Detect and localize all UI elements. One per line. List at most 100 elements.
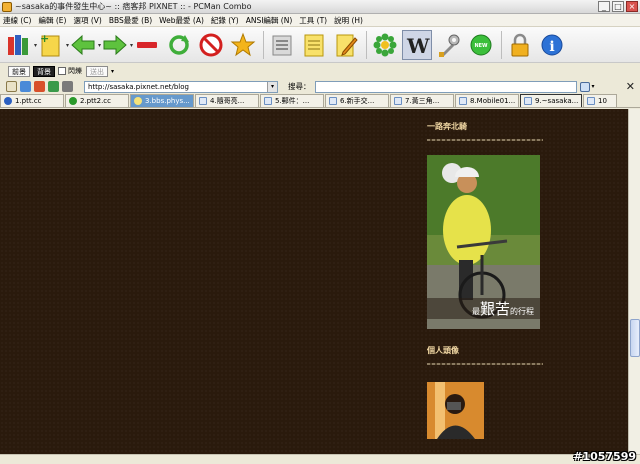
- info-icon[interactable]: i: [537, 30, 567, 60]
- flower-icon[interactable]: [370, 30, 400, 60]
- green-badge-icon[interactable]: NEW: [466, 30, 496, 60]
- home-icon[interactable]: [6, 81, 17, 92]
- tab-9[interactable]: 9.~sasaka...: [520, 94, 582, 107]
- cycling-photo[interactable]: 最艱苦的行程: [427, 155, 540, 329]
- history-icon[interactable]: [48, 81, 59, 92]
- watermark-id: #1057599: [573, 450, 636, 463]
- tab-8[interactable]: 8.Mobile01...: [455, 94, 519, 107]
- vertical-scrollbar[interactable]: [628, 109, 640, 454]
- tab-2[interactable]: 2.ptt2.cc: [65, 94, 129, 107]
- send-button[interactable]: 送出: [86, 65, 108, 77]
- svg-text:i: i: [549, 39, 554, 55]
- url-text: http://sasaka.pixnet.net/blog: [88, 82, 189, 91]
- scrollbar-thumb[interactable]: [630, 319, 640, 357]
- print-icon[interactable]: [267, 30, 297, 60]
- tab-label: 3.bbs.phys...: [145, 96, 190, 105]
- status-bar: [0, 454, 640, 464]
- tab-3[interactable]: 3.bbs.phys...: [130, 94, 194, 107]
- caption-suffix: 的行程: [510, 307, 534, 316]
- avatar[interactable]: [427, 382, 484, 439]
- tab-10[interactable]: 10: [583, 94, 617, 107]
- web-content: 一路奔北騎 最艱苦的行程 個人頭像: [0, 109, 628, 454]
- blink-checkbox[interactable]: [58, 67, 66, 75]
- favorite-star-icon[interactable]: [228, 30, 258, 60]
- address-bar: http://sasaka.pixnet.net/blog ▾ 搜尋： ▾ ✕: [0, 79, 640, 94]
- tab-5[interactable]: 5.郵件：...: [260, 94, 324, 107]
- svg-text:W: W: [406, 34, 430, 58]
- foreground-button[interactable]: 前景: [8, 65, 30, 77]
- page-icon: [199, 97, 207, 105]
- tab-label: 10: [598, 96, 607, 105]
- title-bar: ~sasaka的事件發生中心~ :: 痞客邦 PIXNET :: - PCMan…: [0, 0, 640, 14]
- sidebar-title-riding: 一路奔北騎: [427, 122, 467, 131]
- page-icon: [329, 97, 337, 105]
- menu-help[interactable]: 說明 (H): [334, 15, 363, 26]
- url-dropdown-arrow[interactable]: ▾: [267, 81, 277, 92]
- main-toolbar: ▾ + ▾ ▾ ▾ W NEW i: [0, 27, 640, 63]
- tab-label: 7.黃三角...: [405, 96, 440, 105]
- page-icon: [264, 97, 272, 105]
- tab-label: 2.ptt2.cc: [80, 96, 111, 105]
- edit-pencil-icon[interactable]: [331, 30, 361, 60]
- lock-icon[interactable]: [505, 30, 535, 60]
- refresh-icon[interactable]: [164, 30, 194, 60]
- toolbar-separator: [501, 30, 502, 59]
- page-icon: [394, 97, 402, 105]
- globe-green-icon: [69, 97, 77, 105]
- tab-4[interactable]: 4.隨哥亮...: [195, 94, 259, 107]
- tab-7[interactable]: 7.黃三角...: [390, 94, 454, 107]
- close-button[interactable]: ×: [626, 1, 638, 12]
- menu-web-favorites[interactable]: Web最愛 (A): [159, 15, 204, 26]
- forward-arrow-icon[interactable]: ▾: [100, 30, 133, 60]
- globe-blue-icon: [4, 97, 12, 105]
- toolbar-separator: [263, 30, 264, 59]
- svg-text:+: +: [40, 32, 49, 45]
- page-icon: [459, 97, 467, 105]
- minimize-button[interactable]: _: [598, 1, 610, 12]
- menu-bbs-favorites[interactable]: BBS最愛 (B): [109, 15, 152, 26]
- menu-ansi-editor[interactable]: ANSI編輯 (N): [246, 15, 293, 26]
- tab-1[interactable]: 1.ptt.cc: [0, 94, 64, 107]
- sidebar-title-avatar: 個人頭像: [427, 346, 459, 355]
- badge-label: NEW: [474, 43, 488, 49]
- menu-history[interactable]: 紀錄 (Y): [211, 15, 239, 26]
- background-button[interactable]: 背景: [33, 65, 55, 77]
- menu-connect[interactable]: 連線 (C): [3, 15, 31, 26]
- books-icon[interactable]: ▾: [4, 30, 37, 60]
- divider: [427, 363, 543, 365]
- tab-bar: 1.ptt.cc 2.ptt2.cc 3.bbs.phys... 4.隨哥亮..…: [0, 94, 640, 108]
- page-icon: [524, 97, 532, 105]
- send-dropdown-arrow[interactable]: ▾: [111, 68, 114, 75]
- menu-options[interactable]: 選項 (V): [73, 15, 101, 26]
- no-entry-icon[interactable]: [196, 30, 226, 60]
- menu-tools[interactable]: 工具 (T): [299, 15, 327, 26]
- tab-label: 4.隨哥亮...: [210, 96, 245, 105]
- tab-label: 6.新手交...: [340, 96, 375, 105]
- new-page-icon[interactable]: + ▾: [36, 30, 69, 60]
- blink-label: 閃爍: [68, 67, 82, 75]
- search-input[interactable]: [314, 80, 577, 93]
- url-input[interactable]: http://sasaka.pixnet.net/blog ▾: [84, 80, 278, 93]
- toolbar-separator: [366, 30, 367, 59]
- tab-6[interactable]: 6.新手交...: [325, 94, 389, 107]
- page-icon: [587, 97, 595, 105]
- notepad-icon[interactable]: [299, 30, 329, 60]
- window-title: ~sasaka的事件發生中心~ :: 痞客邦 PIXNET :: - PCMan…: [15, 2, 252, 11]
- photo-caption: 最艱苦的行程: [427, 298, 540, 319]
- tab-label: 1.ptt.cc: [15, 96, 42, 105]
- tab-label: 5.郵件：...: [275, 96, 310, 105]
- back-arrow-icon[interactable]: ▾: [68, 30, 101, 60]
- wikipedia-icon[interactable]: W: [402, 29, 432, 60]
- close-icon[interactable]: ✕: [626, 80, 635, 93]
- search-dropdown-arrow[interactable]: ▾: [592, 83, 595, 90]
- stop-line-icon[interactable]: [132, 30, 162, 60]
- bookmark-icon[interactable]: [34, 81, 45, 92]
- globe-icon[interactable]: [20, 81, 31, 92]
- menu-edit[interactable]: 編輯 (E): [38, 15, 66, 26]
- wrench-icon[interactable]: [434, 30, 464, 60]
- search-engine-icon[interactable]: [579, 81, 590, 92]
- blink-toggle[interactable]: 閃爍: [58, 66, 82, 76]
- maximize-button[interactable]: □: [612, 1, 624, 12]
- tab-label: 9.~sasaka...: [535, 96, 579, 105]
- keyboard-icon[interactable]: [62, 81, 73, 92]
